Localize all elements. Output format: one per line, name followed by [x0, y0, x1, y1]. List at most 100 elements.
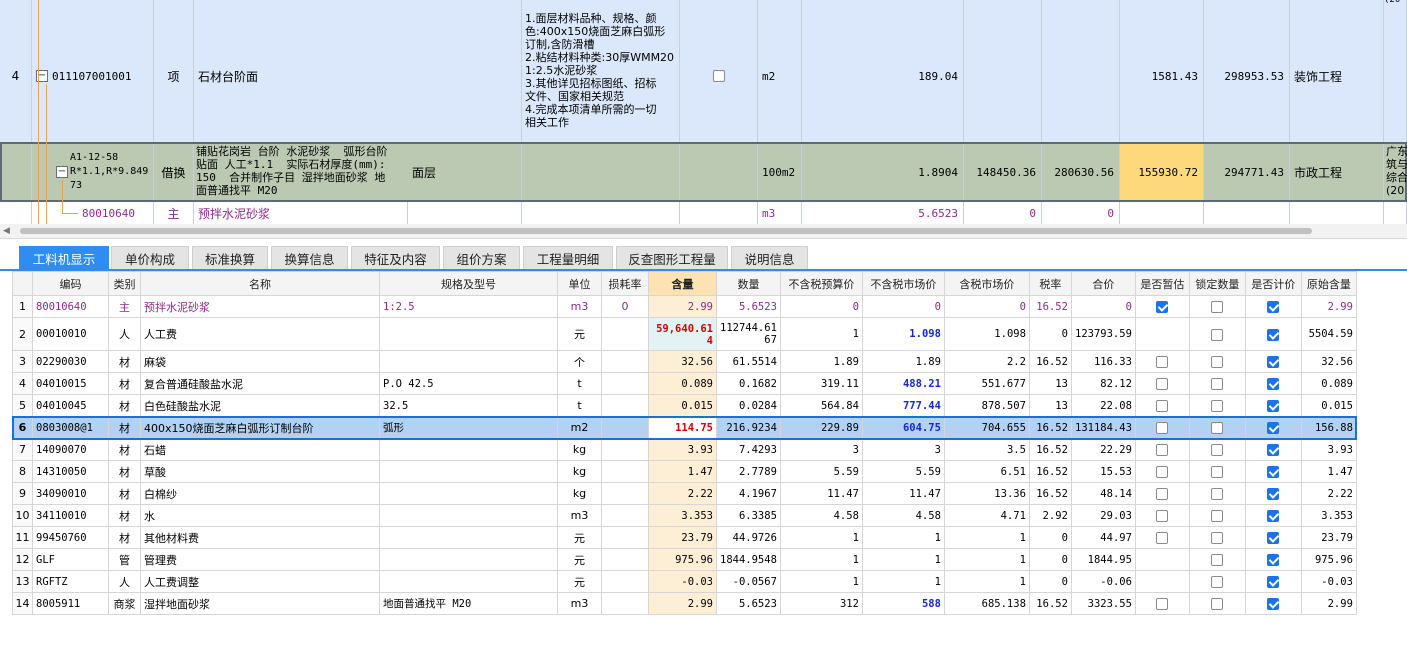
tab-features[interactable]: 特征及内容: [351, 246, 440, 270]
checkbox-checked[interactable]: [1267, 466, 1280, 478]
row-number[interactable]: 4: [12, 372, 33, 395]
table-row[interactable]: 5 04010045 材白色硅酸盐水泥 32.5 t 0.015 0.0284 564.84 7…: [12, 394, 1357, 417]
table-row[interactable]: 1 80010640 主预拌水泥砂浆 1:2.5 m3 0 2.99 5.6523 0 0 0 16.…: [12, 295, 1357, 318]
tab-graphic-quantity[interactable]: 反查图形工程量: [616, 246, 728, 270]
row-number[interactable]: 14: [12, 592, 33, 615]
header-type[interactable]: 类别: [108, 271, 141, 296]
checkbox-checked[interactable]: [1267, 356, 1280, 368]
checkbox[interactable]: [1211, 466, 1224, 478]
table-row[interactable]: 13 RGFTZ 人人工费调整元 -0.03 -0.0567 1 1 1 0 -0.06 -0.03: [12, 570, 1357, 593]
checkbox[interactable]: [1156, 510, 1169, 522]
checkbox[interactable]: [1156, 444, 1169, 456]
checkbox[interactable]: [1156, 422, 1169, 434]
header-quantity[interactable]: 数量: [716, 271, 781, 296]
row-number[interactable]: 8: [12, 460, 33, 483]
checkbox-checked[interactable]: [1267, 488, 1280, 500]
tab-labor-material[interactable]: 工料机显示: [19, 246, 109, 270]
header-market-price-tax[interactable]: 含税市场价: [943, 271, 1030, 296]
header-unit[interactable]: 单位: [557, 271, 602, 296]
checkbox[interactable]: [1156, 378, 1169, 390]
row-number[interactable]: 9: [12, 482, 33, 505]
checkbox-checked[interactable]: [1267, 328, 1280, 341]
header-original-content[interactable]: 原始含量: [1300, 271, 1357, 296]
checkbox[interactable]: [1211, 400, 1224, 412]
table-row[interactable]: 10 34110010 材水 m3 3.353 6.3385 4.58 4.58 4.71 2.9…: [12, 504, 1357, 527]
checkbox-checked[interactable]: [1156, 301, 1169, 313]
row-number[interactable]: 11: [12, 526, 33, 549]
row-number[interactable]: 10: [12, 504, 33, 527]
tab-standard-conversion[interactable]: 标准换算: [192, 246, 268, 270]
table-row[interactable]: 11 99450760 材其他材料费元 23.79 44.9726 1 1 1 0 44.97 23…: [12, 526, 1357, 549]
checkbox[interactable]: [1211, 532, 1224, 544]
header-priced[interactable]: 是否计价: [1244, 271, 1302, 296]
row-number[interactable]: 1: [12, 295, 33, 318]
checkbox-checked[interactable]: [1267, 400, 1280, 412]
header-tax-rate[interactable]: 税率: [1028, 271, 1072, 296]
tab-quantity-detail[interactable]: 工程量明细: [523, 246, 613, 270]
table-row[interactable]: 4 04010015 材复合普通硅酸盐水泥 P.O 42.5 t 0.089 0.1682 3…: [12, 372, 1357, 395]
checkbox[interactable]: [1211, 554, 1224, 566]
checkbox[interactable]: [1211, 301, 1224, 313]
row-number[interactable]: 12: [12, 548, 33, 571]
header-name[interactable]: 名称: [140, 271, 380, 296]
scroll-left-icon[interactable]: ◀: [3, 224, 10, 238]
checkbox[interactable]: [1211, 422, 1224, 434]
checkbox-checked[interactable]: [1267, 510, 1280, 522]
checkbox-checked[interactable]: [1267, 301, 1280, 313]
bill-item-row[interactable]: 4 − 011107001001 项 石材台阶面 1.面层材料品种、规格、颜 色…: [0, 10, 1407, 143]
table-row[interactable]: 7 14090070 材石蜡 kg 3.93 7.4293 3 3 3.5 16.52 22.29 3…: [12, 438, 1357, 461]
row-number[interactable]: 13: [12, 570, 33, 593]
checkbox[interactable]: [1156, 532, 1169, 544]
checkbox[interactable]: [1211, 598, 1224, 610]
checkbox[interactable]: [1156, 488, 1169, 500]
collapse-icon[interactable]: −: [56, 166, 68, 178]
checkbox-checked[interactable]: [1267, 532, 1280, 544]
checkbox-checked[interactable]: [1267, 554, 1280, 566]
checkbox[interactable]: [1156, 400, 1169, 412]
table-row[interactable]: 8 14310050 材草酸 kg 1.47 2.7789 5.59 5.59 6.51 16.5…: [12, 460, 1357, 483]
header-lock-quantity[interactable]: 锁定数量: [1188, 271, 1246, 296]
tab-notes[interactable]: 说明信息: [731, 246, 808, 270]
quota-sub-row[interactable]: − A1-12-58 R*1.1,R*9.849 73 借换 铺贴花岗岩 台阶 …: [0, 142, 1407, 202]
table-row[interactable]: 12 GLF 管管理费元 975.96 1844.9548 1 1 1 0 1844.95 975.…: [12, 548, 1357, 571]
row-number[interactable]: 6: [12, 416, 33, 439]
tab-unit-price[interactable]: 单价构成: [111, 246, 189, 270]
checkbox-checked[interactable]: [1267, 576, 1280, 588]
checkbox[interactable]: [1156, 466, 1169, 478]
checkbox[interactable]: [1211, 488, 1224, 500]
checkbox[interactable]: [1211, 328, 1224, 341]
table-row[interactable]: 14 8005911 商浆 湿拌地面砂浆 地面普通找平 M20 m3 2.99 5.6523 3…: [12, 592, 1357, 615]
checkbox[interactable]: [1211, 576, 1224, 588]
header-code[interactable]: 编码: [32, 271, 109, 296]
checkbox[interactable]: [1211, 378, 1224, 390]
header-amount[interactable]: 合价: [1070, 271, 1136, 296]
checkbox-checked[interactable]: [1267, 598, 1280, 610]
material-row[interactable]: 80010640 主 预拌水泥砂浆 m3 5.6523 0 0: [0, 202, 1407, 224]
row-number[interactable]: 7: [12, 438, 33, 461]
header-loss-rate[interactable]: 损耗率: [601, 271, 649, 296]
horizontal-scrollbar[interactable]: ◀: [0, 224, 1407, 239]
checkbox[interactable]: [1156, 356, 1169, 368]
header-budget-price[interactable]: 不含税预算价: [779, 271, 863, 296]
table-row[interactable]: 3 02290030 材麻袋个 32.56 61.5514 1.89 1.89 2.2 16.5…: [12, 350, 1357, 373]
scrollbar-thumb[interactable]: [20, 228, 1312, 234]
header-provisional[interactable]: 是否暂估: [1134, 271, 1190, 296]
header-content[interactable]: 含量: [648, 271, 717, 296]
item-checkbox[interactable]: [712, 70, 725, 82]
table-row[interactable]: 9 34090010 材白棉纱 kg 2.22 4.1967 11.47 11.47 13.36…: [12, 482, 1357, 505]
checkbox[interactable]: [1211, 510, 1224, 522]
row-number[interactable]: 3: [12, 350, 33, 373]
row-number[interactable]: 5: [12, 394, 33, 417]
header-spec[interactable]: 规格及型号: [379, 271, 558, 296]
checkbox-checked[interactable]: [1267, 422, 1280, 434]
checkbox[interactable]: [1156, 598, 1169, 610]
checkbox[interactable]: [1211, 444, 1224, 456]
checkbox-checked[interactable]: [1267, 444, 1280, 456]
checkbox[interactable]: [1211, 356, 1224, 368]
table-row[interactable]: 6 0803008@1 材 400x150烧面芝麻白弧形订制台阶 弧形 m2 114.75 2…: [11, 415, 1358, 440]
tab-conversion-info[interactable]: 换算信息: [271, 246, 348, 270]
row-number[interactable]: 2: [12, 317, 33, 351]
checkbox-checked[interactable]: [1267, 378, 1280, 390]
tab-pricing-scheme[interactable]: 组价方案: [443, 246, 520, 270]
quota-highlight-value[interactable]: 155930.72: [1120, 144, 1204, 200]
